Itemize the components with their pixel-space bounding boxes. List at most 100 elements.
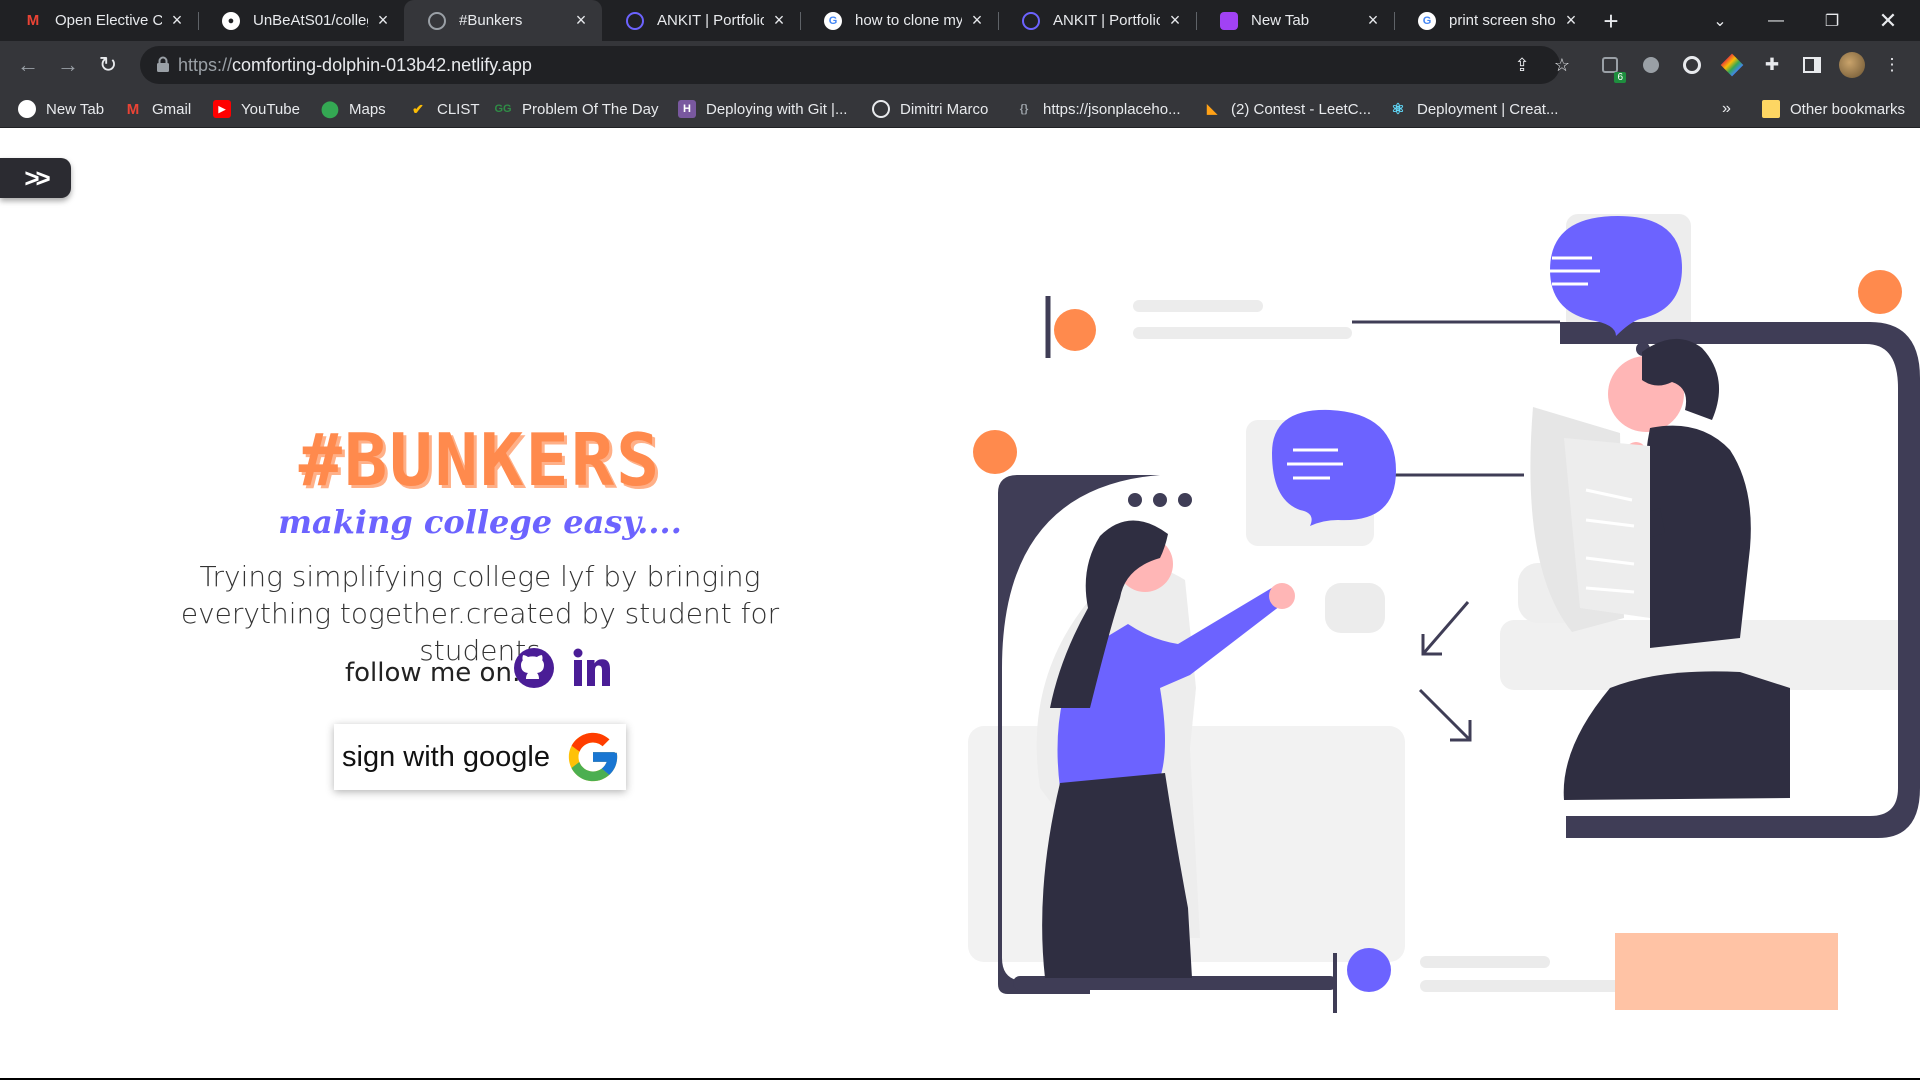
bookmark-deploying-git[interactable]: H Deploying with Git |... bbox=[678, 99, 847, 119]
share-icon[interactable]: ⇪ bbox=[1510, 53, 1534, 77]
tab-how-to-clone[interactable]: G how to clone my × bbox=[800, 0, 998, 41]
tab-open-elective[interactable]: M Open Elective Cla × bbox=[0, 0, 198, 41]
linkedin-icon[interactable] bbox=[570, 646, 614, 690]
bookmark-dimitri-marco[interactable]: Dimitri Marco bbox=[872, 99, 988, 119]
hero-illustration bbox=[968, 214, 1920, 1013]
bookmark-youtube[interactable]: ▶ YouTube bbox=[213, 99, 300, 119]
close-icon[interactable]: × bbox=[1562, 10, 1580, 30]
gfg-icon: GG bbox=[494, 103, 512, 115]
avatar[interactable] bbox=[1838, 51, 1866, 79]
grammarly-extension-icon[interactable] bbox=[1678, 51, 1706, 79]
youtube-icon: ▶ bbox=[213, 100, 231, 118]
sign-in-google-button[interactable]: sign with google bbox=[334, 724, 626, 790]
bookmark-gmail[interactable]: M Gmail bbox=[124, 99, 191, 119]
side-panel-icon[interactable] bbox=[1798, 51, 1826, 79]
bookmarks-overflow-button[interactable]: » bbox=[1722, 99, 1731, 119]
follow-label: follow me on: bbox=[345, 658, 521, 688]
tab-github[interactable]: ● UnBeAtS01/colleg × bbox=[198, 0, 404, 41]
double-chevron-right-icon: >> bbox=[24, 162, 50, 193]
heroku-icon: H bbox=[678, 100, 696, 118]
tab-search-icon[interactable]: ⌄ bbox=[1692, 0, 1748, 41]
reload-button[interactable]: ↻ bbox=[92, 49, 124, 81]
typing-dot bbox=[1128, 493, 1142, 507]
clist-icon: ✔ bbox=[412, 100, 424, 117]
placeholder-line-bottom-2 bbox=[1420, 980, 1640, 992]
google-logo-icon bbox=[568, 732, 618, 782]
newtab-icon bbox=[1220, 11, 1238, 30]
github-icon[interactable] bbox=[512, 646, 556, 690]
site-tagline: making college easy.... bbox=[278, 503, 682, 541]
bg-cup-left bbox=[1325, 583, 1385, 633]
tab-strip: M Open Elective Cla × ● UnBeAtS01/colleg… bbox=[0, 0, 1920, 41]
close-window-button[interactable]: ✕ bbox=[1860, 0, 1916, 41]
newtab-icon bbox=[18, 100, 36, 118]
page-content: >> #BUNKERS making college easy.... Tryi… bbox=[0, 128, 1920, 1080]
bookmark-jsonplaceholder[interactable]: {} https://jsonplaceho... bbox=[1015, 99, 1181, 119]
close-icon[interactable]: × bbox=[770, 10, 788, 30]
accent-circle-bottom bbox=[1347, 948, 1391, 992]
close-icon[interactable]: × bbox=[1364, 10, 1382, 30]
gmail-icon: M bbox=[126, 100, 140, 118]
bookmark-problem-of-the-day[interactable]: GG Problem Of The Day bbox=[494, 99, 658, 119]
folder-icon bbox=[1762, 100, 1780, 118]
other-bookmarks-folder[interactable]: Other bookmarks bbox=[1762, 99, 1905, 119]
maps-icon: ⬤ bbox=[321, 101, 339, 118]
bookmark-new-tab[interactable]: New Tab bbox=[18, 99, 104, 119]
address-bar[interactable]: https://comforting-dolphin-013b42.netlif… bbox=[140, 46, 1570, 84]
new-tab-button[interactable]: + bbox=[1596, 6, 1626, 36]
tab-bunkers[interactable]: #Bunkers × bbox=[404, 0, 602, 41]
accent-circle-top-left bbox=[1054, 309, 1096, 351]
gmail-icon: M bbox=[26, 12, 40, 29]
bookmark-clist[interactable]: ✔ CLIST bbox=[409, 99, 479, 119]
placeholder-line-top-1 bbox=[1133, 300, 1263, 312]
typing-dot bbox=[1178, 493, 1192, 507]
close-icon[interactable]: × bbox=[968, 10, 986, 30]
site-description: Trying simplifying college lyf by bringi… bbox=[180, 560, 780, 667]
bookmark-leetcode[interactable]: ◣ (2) Contest - LeetC... bbox=[1203, 99, 1371, 119]
globe-icon bbox=[872, 100, 890, 118]
menu-dots-icon[interactable]: ⋮ bbox=[1878, 51, 1906, 79]
tab-new-tab[interactable]: New Tab × bbox=[1196, 0, 1394, 41]
close-icon[interactable]: × bbox=[168, 10, 186, 30]
close-icon[interactable]: × bbox=[1166, 10, 1184, 30]
github-icon: ● bbox=[222, 11, 240, 30]
forward-button[interactable]: → bbox=[52, 49, 84, 81]
extension-badge-icon[interactable]: 6 bbox=[1596, 51, 1626, 83]
tab-portfolio-2[interactable]: ANKIT | Portfolio × bbox=[998, 0, 1196, 41]
accent-circle-right bbox=[1858, 270, 1902, 314]
google-icon: G bbox=[1418, 11, 1436, 30]
ghost-extension-icon[interactable] bbox=[1637, 51, 1665, 79]
browser-toolbar: ← → ↻ https://comforting-dolphin-013b42.… bbox=[0, 41, 1920, 90]
sidebar-toggle-button[interactable]: >> bbox=[0, 158, 71, 198]
close-icon[interactable]: × bbox=[572, 10, 590, 30]
arrow-down-right-icon bbox=[1418, 688, 1472, 742]
placeholder-line-bottom-1 bbox=[1420, 956, 1550, 968]
leetcode-icon: ◣ bbox=[1207, 101, 1217, 116]
portfolio-icon bbox=[626, 11, 644, 30]
portfolio-icon bbox=[1022, 11, 1040, 30]
star-icon[interactable]: ☆ bbox=[1550, 53, 1574, 77]
colorpick-extension-icon[interactable] bbox=[1718, 51, 1746, 79]
lock-icon bbox=[157, 56, 169, 72]
tab-portfolio-1[interactable]: ANKIT | Portfolio × bbox=[602, 0, 800, 41]
minimize-button[interactable]: — bbox=[1748, 0, 1804, 41]
accent-rect-bottom-right bbox=[1615, 933, 1838, 1010]
accent-circle-left bbox=[973, 430, 1017, 474]
jsonplaceholder-icon: {} bbox=[1019, 103, 1029, 115]
back-button[interactable]: ← bbox=[12, 49, 44, 81]
site-title: #BUNKERS bbox=[298, 418, 662, 502]
tab-print-screen[interactable]: G print screen short × bbox=[1394, 0, 1592, 41]
man-figure bbox=[1530, 338, 1790, 800]
close-icon[interactable]: × bbox=[374, 10, 392, 30]
url-text: https://comforting-dolphin-013b42.netlif… bbox=[178, 55, 532, 75]
bookmark-deployment[interactable]: ⚛ Deployment | Creat... bbox=[1389, 99, 1558, 119]
bookmark-maps[interactable]: ⬤ Maps bbox=[321, 99, 386, 119]
placeholder-line-top-2 bbox=[1133, 327, 1352, 339]
restore-button[interactable]: ❐ bbox=[1804, 0, 1860, 41]
typing-dot bbox=[1153, 493, 1167, 507]
bookmarks-bar: New Tab M Gmail ▶ YouTube ⬤ Maps ✔ CLIST GG P… bbox=[0, 90, 1920, 128]
globe-icon bbox=[428, 11, 446, 30]
google-icon: G bbox=[824, 11, 842, 30]
extensions-puzzle-icon[interactable]: ✚ bbox=[1758, 51, 1786, 79]
extension-badge-count: 6 bbox=[1614, 72, 1626, 83]
